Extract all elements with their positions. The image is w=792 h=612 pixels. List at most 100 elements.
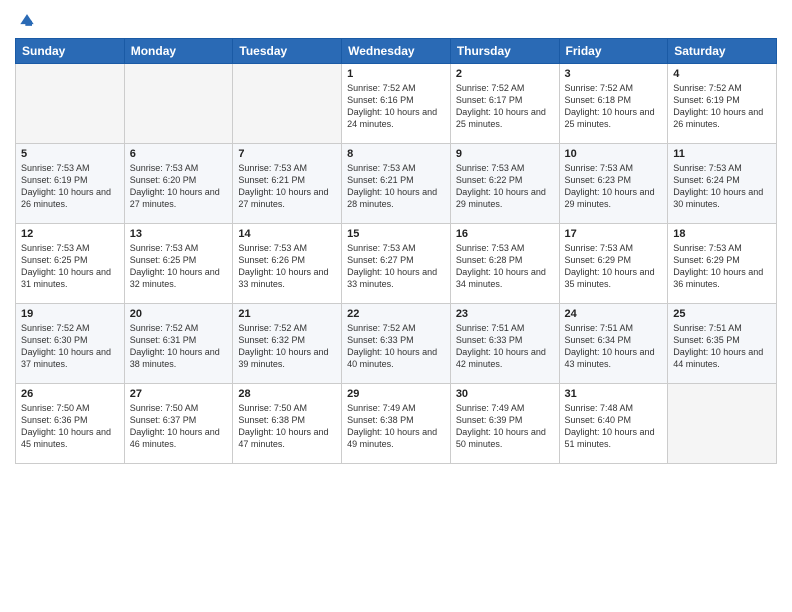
day-info: Sunrise: 7:51 AMSunset: 6:35 PMDaylight:…	[673, 322, 771, 371]
day-info: Sunrise: 7:53 AMSunset: 6:28 PMDaylight:…	[456, 242, 554, 291]
day-info: Sunrise: 7:53 AMSunset: 6:22 PMDaylight:…	[456, 162, 554, 211]
day-number: 27	[130, 388, 228, 400]
calendar-week-row: 12 Sunrise: 7:53 AMSunset: 6:25 PMDayligh…	[16, 224, 777, 304]
calendar-cell: 31Sunrise: 7:48 AMSunset: 6:40 PMDayligh…	[559, 384, 668, 464]
calendar-week-row: 26 Sunrise: 7:50 AMSunset: 6:36 PMDayligh…	[16, 384, 777, 464]
day-number: 4	[673, 68, 771, 80]
day-info: Sunrise: 7:53 AMSunset: 6:26 PMDaylight:…	[238, 242, 336, 291]
day-number: 29	[347, 388, 445, 400]
day-number: 19	[21, 308, 119, 320]
weekday-header-friday: Friday	[559, 39, 668, 64]
day-number: 21	[238, 308, 336, 320]
day-info: Sunrise: 7:52 AMSunset: 6:16 PMDaylight:…	[347, 82, 445, 131]
day-info: Sunrise: 7:53 AMSunset: 6:25 PMDaylight:…	[21, 242, 119, 291]
day-number: 10	[565, 148, 663, 160]
calendar-cell: 5 Sunrise: 7:53 AMSunset: 6:19 PMDaylight…	[16, 144, 125, 224]
day-info: Sunrise: 7:52 AMSunset: 6:19 PMDaylight:…	[673, 82, 771, 131]
day-number: 26	[21, 388, 119, 400]
calendar-cell: 10 Sunrise: 7:53 AMSunset: 6:23 PMDayligh…	[559, 144, 668, 224]
day-info: Sunrise: 7:53 AMSunset: 6:21 PMDaylight:…	[347, 162, 445, 211]
logo-icon	[17, 10, 37, 30]
calendar-cell: 21 Sunrise: 7:52 AMSunset: 6:32 PMDayligh…	[233, 304, 342, 384]
logo	[15, 10, 37, 30]
calendar-table: SundayMondayTuesdayWednesdayThursdayFrid…	[15, 38, 777, 464]
calendar-cell: 29Sunrise: 7:49 AMSunset: 6:38 PMDayligh…	[342, 384, 451, 464]
day-info: Sunrise: 7:53 AMSunset: 6:19 PMDaylight:…	[21, 162, 119, 211]
day-info: Sunrise: 7:52 AMSunset: 6:18 PMDaylight:…	[565, 82, 663, 131]
day-info: Sunrise: 7:52 AMSunset: 6:31 PMDaylight:…	[130, 322, 228, 371]
day-number: 6	[130, 148, 228, 160]
day-info: Sunrise: 7:53 AMSunset: 6:24 PMDaylight:…	[673, 162, 771, 211]
day-number: 24	[565, 308, 663, 320]
calendar-cell: 12 Sunrise: 7:53 AMSunset: 6:25 PMDayligh…	[16, 224, 125, 304]
calendar-cell: 30 Sunrise: 7:49 AMSunset: 6:39 PMDayligh…	[450, 384, 559, 464]
calendar-cell: 9 Sunrise: 7:53 AMSunset: 6:22 PMDaylight…	[450, 144, 559, 224]
calendar-cell: 15 Sunrise: 7:53 AMSunset: 6:27 PMDayligh…	[342, 224, 451, 304]
weekday-header-thursday: Thursday	[450, 39, 559, 64]
calendar-cell: 25 Sunrise: 7:51 AMSunset: 6:35 PMDayligh…	[668, 304, 777, 384]
day-number: 25	[673, 308, 771, 320]
weekday-header-wednesday: Wednesday	[342, 39, 451, 64]
calendar-cell: 14 Sunrise: 7:53 AMSunset: 6:26 PMDayligh…	[233, 224, 342, 304]
day-number: 9	[456, 148, 554, 160]
day-number: 18	[673, 228, 771, 240]
calendar-week-row: 1 Sunrise: 7:52 AMSunset: 6:16 PMDaylight…	[16, 64, 777, 144]
calendar-week-row: 19 Sunrise: 7:52 AMSunset: 6:30 PMDayligh…	[16, 304, 777, 384]
weekday-header-saturday: Saturday	[668, 39, 777, 64]
day-number: 13	[130, 228, 228, 240]
day-info: Sunrise: 7:52 AMSunset: 6:32 PMDaylight:…	[238, 322, 336, 371]
day-number: 1	[347, 68, 445, 80]
calendar-cell: 19 Sunrise: 7:52 AMSunset: 6:30 PMDayligh…	[16, 304, 125, 384]
weekday-header-row: SundayMondayTuesdayWednesdayThursdayFrid…	[16, 39, 777, 64]
page-header	[15, 10, 777, 30]
calendar-cell: 7 Sunrise: 7:53 AMSunset: 6:21 PMDaylight…	[233, 144, 342, 224]
day-number: 8	[347, 148, 445, 160]
day-info: Sunrise: 7:50 AMSunset: 6:36 PMDaylight:…	[21, 402, 119, 451]
day-number: 20	[130, 308, 228, 320]
day-number: 31	[565, 388, 663, 400]
calendar-cell: 3Sunrise: 7:52 AMSunset: 6:18 PMDaylight…	[559, 64, 668, 144]
calendar-week-row: 5 Sunrise: 7:53 AMSunset: 6:19 PMDaylight…	[16, 144, 777, 224]
calendar-cell: 11 Sunrise: 7:53 AMSunset: 6:24 PMDayligh…	[668, 144, 777, 224]
calendar-cell: 17Sunrise: 7:53 AMSunset: 6:29 PMDayligh…	[559, 224, 668, 304]
calendar-cell	[16, 64, 125, 144]
day-number: 5	[21, 148, 119, 160]
day-info: Sunrise: 7:51 AMSunset: 6:34 PMDaylight:…	[565, 322, 663, 371]
day-info: Sunrise: 7:53 AMSunset: 6:21 PMDaylight:…	[238, 162, 336, 211]
calendar-cell: 8 Sunrise: 7:53 AMSunset: 6:21 PMDaylight…	[342, 144, 451, 224]
day-number: 7	[238, 148, 336, 160]
day-number: 11	[673, 148, 771, 160]
day-info: Sunrise: 7:51 AMSunset: 6:33 PMDaylight:…	[456, 322, 554, 371]
calendar-cell	[233, 64, 342, 144]
day-number: 23	[456, 308, 554, 320]
calendar-cell: 2Sunrise: 7:52 AMSunset: 6:17 PMDaylight…	[450, 64, 559, 144]
day-number: 16	[456, 228, 554, 240]
day-number: 14	[238, 228, 336, 240]
weekday-header-monday: Monday	[124, 39, 233, 64]
calendar-cell: 18 Sunrise: 7:53 AMSunset: 6:29 PMDayligh…	[668, 224, 777, 304]
calendar-cell	[124, 64, 233, 144]
calendar-cell: 1 Sunrise: 7:52 AMSunset: 6:16 PMDaylight…	[342, 64, 451, 144]
day-number: 15	[347, 228, 445, 240]
day-number: 30	[456, 388, 554, 400]
day-number: 17	[565, 228, 663, 240]
day-info: Sunrise: 7:53 AMSunset: 6:27 PMDaylight:…	[347, 242, 445, 291]
day-info: Sunrise: 7:49 AMSunset: 6:39 PMDaylight:…	[456, 402, 554, 451]
day-number: 12	[21, 228, 119, 240]
calendar-cell: 22Sunrise: 7:52 AMSunset: 6:33 PMDayligh…	[342, 304, 451, 384]
day-info: Sunrise: 7:53 AMSunset: 6:23 PMDaylight:…	[565, 162, 663, 211]
calendar-cell: 16 Sunrise: 7:53 AMSunset: 6:28 PMDayligh…	[450, 224, 559, 304]
weekday-header-tuesday: Tuesday	[233, 39, 342, 64]
calendar-cell: 23 Sunrise: 7:51 AMSunset: 6:33 PMDayligh…	[450, 304, 559, 384]
day-info: Sunrise: 7:53 AMSunset: 6:25 PMDaylight:…	[130, 242, 228, 291]
calendar-cell: 26 Sunrise: 7:50 AMSunset: 6:36 PMDayligh…	[16, 384, 125, 464]
calendar-cell: 27Sunrise: 7:50 AMSunset: 6:37 PMDayligh…	[124, 384, 233, 464]
day-info: Sunrise: 7:52 AMSunset: 6:30 PMDaylight:…	[21, 322, 119, 371]
day-info: Sunrise: 7:53 AMSunset: 6:29 PMDaylight:…	[673, 242, 771, 291]
day-info: Sunrise: 7:53 AMSunset: 6:20 PMDaylight:…	[130, 162, 228, 211]
calendar-cell: 4 Sunrise: 7:52 AMSunset: 6:19 PMDaylight…	[668, 64, 777, 144]
day-info: Sunrise: 7:52 AMSunset: 6:17 PMDaylight:…	[456, 82, 554, 131]
page-container: SundayMondayTuesdayWednesdayThursdayFrid…	[0, 0, 792, 474]
calendar-cell: 13 Sunrise: 7:53 AMSunset: 6:25 PMDayligh…	[124, 224, 233, 304]
day-info: Sunrise: 7:52 AMSunset: 6:33 PMDaylight:…	[347, 322, 445, 371]
